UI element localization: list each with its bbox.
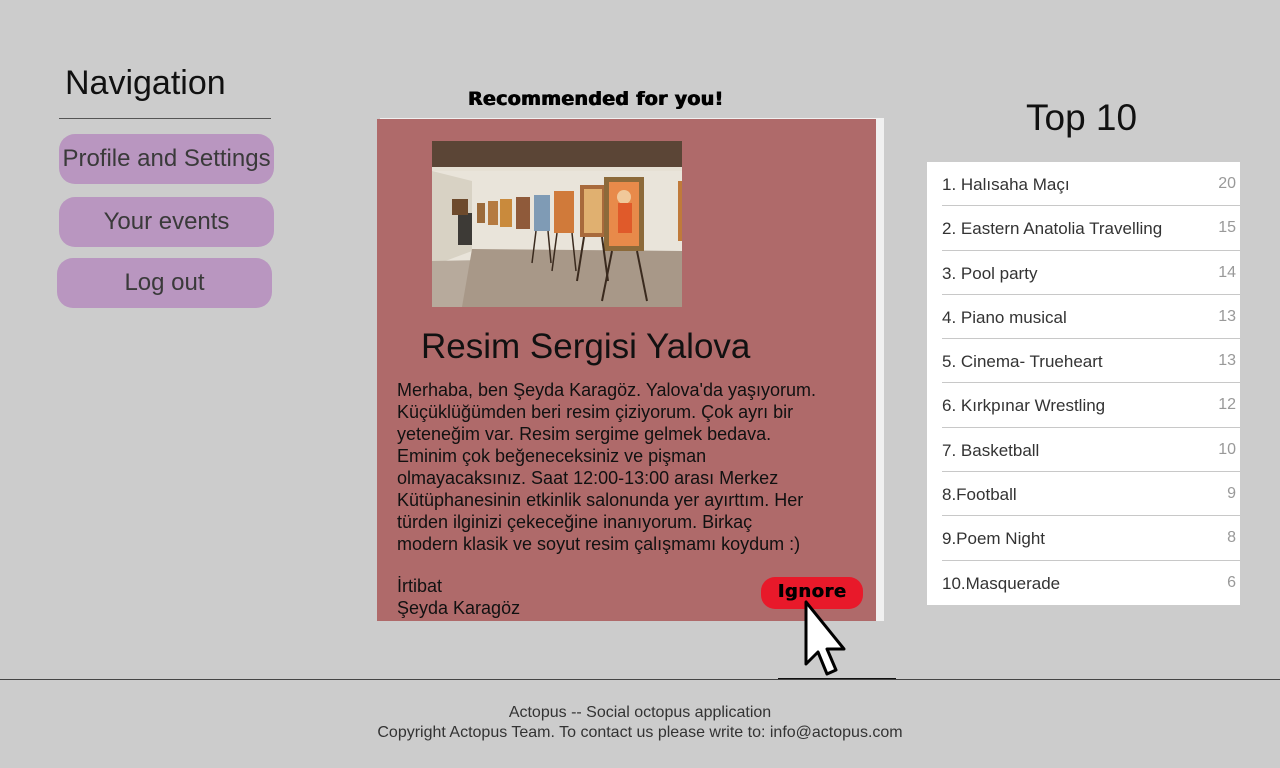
top10-item-count: 13 [1218, 307, 1236, 325]
top10-item-name: 10.Masquerade [942, 573, 1061, 593]
top10-item-count: 6 [1227, 573, 1236, 591]
top10-item[interactable]: 9.Poem Night 8 [942, 516, 1240, 561]
profile-settings-button[interactable]: Profile and Settings [59, 134, 274, 184]
top10-item-name: 3. Pool party [942, 263, 1038, 283]
recommended-event-card: Resim Sergisi Yalova Merhaba, ben Şeyda … [377, 119, 876, 621]
top10-item[interactable]: 10.Masquerade 6 [942, 561, 1240, 605]
top10-item-name: 2. Eastern Anatolia Travelling [942, 219, 1163, 239]
top10-item[interactable]: 1. Halısaha Maçı 20 [942, 162, 1240, 207]
top10-item-count: 15 [1218, 219, 1236, 237]
your-events-button[interactable]: Your events [59, 197, 274, 247]
contact-label: İrtibat [397, 576, 443, 596]
top10-item-name: 4. Piano musical [942, 307, 1067, 327]
event-image [432, 141, 682, 307]
top10-item-count: 14 [1218, 263, 1236, 281]
top10-item-count: 9 [1227, 485, 1236, 503]
top10-item[interactable]: 3. Pool party 14 [942, 251, 1240, 295]
event-title: Resim Sergisi Yalova [421, 327, 751, 366]
top10-item[interactable]: 5. Cinema- Trueheart 13 [942, 339, 1240, 384]
top10-item-name: 5. Cinema- Trueheart [942, 352, 1103, 372]
top10-item-name: 8.Football [942, 485, 1017, 505]
top10-item[interactable]: 6. Kırkpınar Wrestling 12 [942, 383, 1240, 428]
recommended-heading: Recommended for you! [468, 88, 724, 110]
footer-divider [0, 679, 1280, 680]
top10-item-count: 13 [1218, 352, 1236, 370]
top10-item-name: 9.Poem Night [942, 529, 1045, 549]
top10-item-count: 8 [1227, 529, 1236, 547]
top10-item[interactable]: 8.Football 9 [942, 472, 1240, 517]
contact-name: Şeyda Karagöz [397, 598, 521, 618]
top10-item-name: 1. Halısaha Maçı [942, 175, 1070, 194]
top10-item-name: 6. Kırkpınar Wrestling [942, 396, 1106, 416]
top10-item-name: 7. Basketball [942, 440, 1040, 460]
footer-copyright: Copyright Actopus Team. To contact us pl… [377, 724, 903, 741]
mouse-pointer-icon [804, 600, 846, 676]
event-description: Merhaba, ben Şeyda Karagöz. Yalova'da ya… [397, 380, 817, 554]
gallery-photo [432, 141, 682, 307]
top10-list: 1. Halısaha Maçı 20 2. Eastern Anatolia … [927, 162, 1240, 605]
footer-app-name: Actopus -- Social octopus application [508, 704, 772, 721]
top10-item-count: 20 [1218, 175, 1236, 192]
top10-item-count: 10 [1218, 440, 1236, 458]
top10-item-count: 12 [1218, 396, 1236, 414]
top10-item[interactable]: 4. Piano musical 13 [942, 295, 1240, 340]
log-out-button[interactable]: Log out [57, 258, 272, 308]
navigation-title: Navigation [65, 64, 226, 102]
top10-title: Top 10 [1026, 97, 1138, 138]
top10-item[interactable]: 7. Basketball 10 [942, 428, 1240, 473]
navigation-divider [59, 118, 271, 119]
top10-item[interactable]: 2. Eastern Anatolia Travelling 15 [942, 206, 1240, 251]
